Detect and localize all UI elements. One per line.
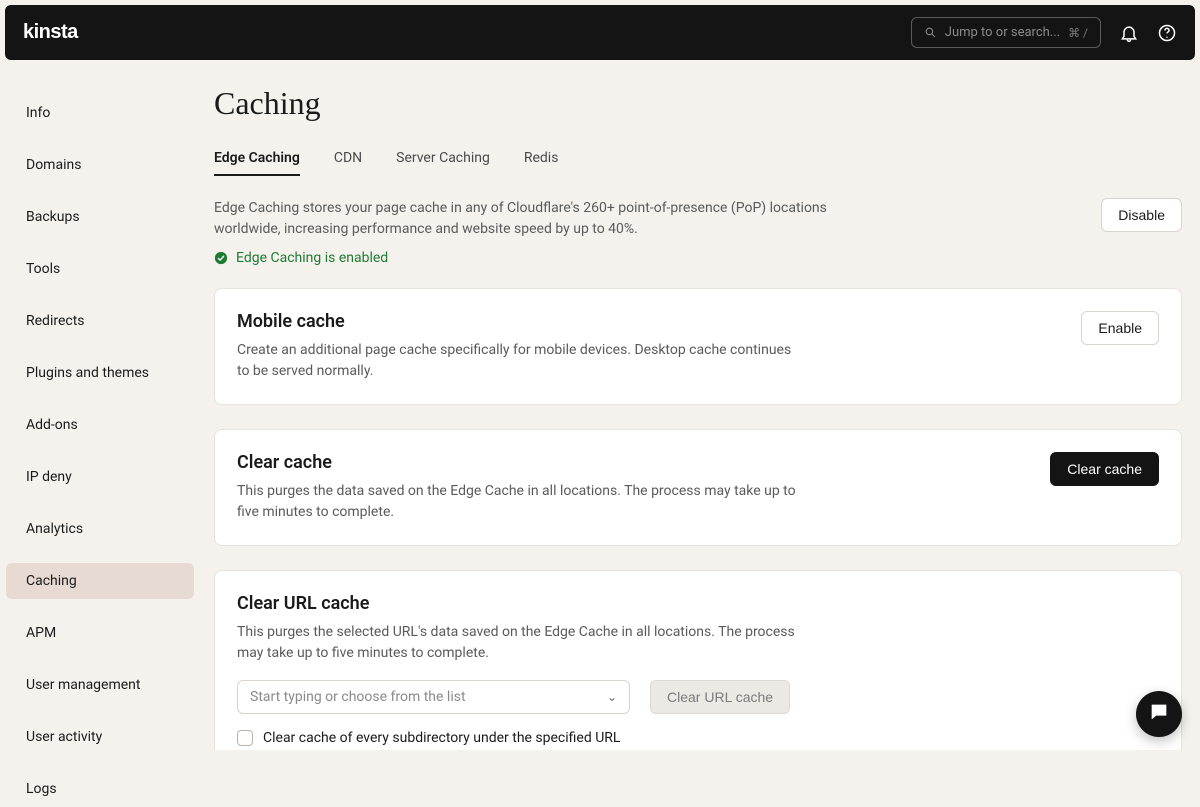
tab-edge-caching[interactable]: Edge Caching <box>214 150 300 176</box>
status-text: Edge Caching is enabled <box>236 250 388 266</box>
status-line: Edge Caching is enabled <box>214 250 834 266</box>
mobile-cache-desc: Create an additional page cache specific… <box>237 340 797 382</box>
search-shortcut: ⌘ / <box>1068 26 1088 40</box>
clear-cache-desc: This purges the data saved on the Edge C… <box>237 481 797 523</box>
sidebar-item-user-management[interactable]: User management <box>6 667 194 703</box>
chevron-down-icon: ⌄ <box>607 690 617 704</box>
sidebar-item-apm[interactable]: APM <box>6 615 194 651</box>
sidebar-item-redirects[interactable]: Redirects <box>6 303 194 339</box>
sidebar-item-analytics[interactable]: Analytics <box>6 511 194 547</box>
sidebar-item-caching[interactable]: Caching <box>6 563 194 599</box>
sidebar-item-logs[interactable]: Logs <box>6 771 194 807</box>
sidebar-item-plugins-themes[interactable]: Plugins and themes <box>6 355 194 391</box>
intro-row: Edge Caching stores your page cache in a… <box>214 198 1182 266</box>
url-row: Start typing or choose from the list ⌄ C… <box>237 680 1159 714</box>
check-circle-icon <box>214 251 228 265</box>
clear-url-cache-title: Clear URL cache <box>237 593 1159 614</box>
intro-block: Edge Caching stores your page cache in a… <box>214 198 834 266</box>
subdirectory-checkbox-label: Clear cache of every subdirectory under … <box>263 730 620 746</box>
subdirectory-checkbox[interactable] <box>237 730 253 746</box>
search-icon <box>924 26 937 39</box>
clear-url-cache-button[interactable]: Clear URL cache <box>650 680 790 714</box>
enable-mobile-cache-button[interactable]: Enable <box>1081 311 1159 345</box>
help-icon[interactable] <box>1157 23 1177 43</box>
sidebar-item-info[interactable]: Info <box>6 95 194 131</box>
checkbox-row: Clear cache of every subdirectory under … <box>237 730 1159 746</box>
bell-icon[interactable] <box>1119 23 1139 43</box>
clear-cache-title: Clear cache <box>237 452 797 473</box>
main-content: Caching Edge Caching CDN Server Caching … <box>200 65 1200 750</box>
chat-icon <box>1148 701 1170 727</box>
search-placeholder: Jump to or search... <box>945 25 1060 40</box>
sidebar-item-tools[interactable]: Tools <box>6 251 194 287</box>
sidebar: Info Domains Backups Tools Redirects Plu… <box>0 65 200 750</box>
sidebar-item-domains[interactable]: Domains <box>6 147 194 183</box>
chat-launcher[interactable] <box>1136 691 1182 737</box>
tab-redis[interactable]: Redis <box>524 150 559 176</box>
mobile-cache-title: Mobile cache <box>237 311 797 332</box>
url-combobox[interactable]: Start typing or choose from the list ⌄ <box>237 680 630 714</box>
page-title: Caching <box>214 85 1182 122</box>
mobile-cache-card: Mobile cache Create an additional page c… <box>214 288 1182 405</box>
tabs: Edge Caching CDN Server Caching Redis <box>214 150 1182 176</box>
disable-button[interactable]: Disable <box>1101 198 1182 232</box>
layout: Info Domains Backups Tools Redirects Plu… <box>0 65 1200 750</box>
clear-cache-button[interactable]: Clear cache <box>1050 452 1159 486</box>
clear-cache-card: Clear cache This purges the data saved o… <box>214 429 1182 546</box>
sidebar-item-ip-deny[interactable]: IP deny <box>6 459 194 495</box>
sidebar-item-backups[interactable]: Backups <box>6 199 194 235</box>
logo: kinsta <box>23 21 78 44</box>
tab-cdn[interactable]: CDN <box>334 150 362 176</box>
url-combobox-placeholder: Start typing or choose from the list <box>250 689 466 705</box>
intro-text: Edge Caching stores your page cache in a… <box>214 198 834 240</box>
header-right: Jump to or search... ⌘ / <box>911 17 1177 48</box>
clear-url-cache-card: Clear URL cache This purges the selected… <box>214 570 1182 750</box>
clear-url-cache-desc: This purges the selected URL's data save… <box>237 622 797 664</box>
sidebar-item-addons[interactable]: Add-ons <box>6 407 194 443</box>
tab-server-caching[interactable]: Server Caching <box>396 150 490 176</box>
top-header: kinsta Jump to or search... ⌘ / <box>5 5 1195 60</box>
search-input[interactable]: Jump to or search... ⌘ / <box>911 17 1101 48</box>
